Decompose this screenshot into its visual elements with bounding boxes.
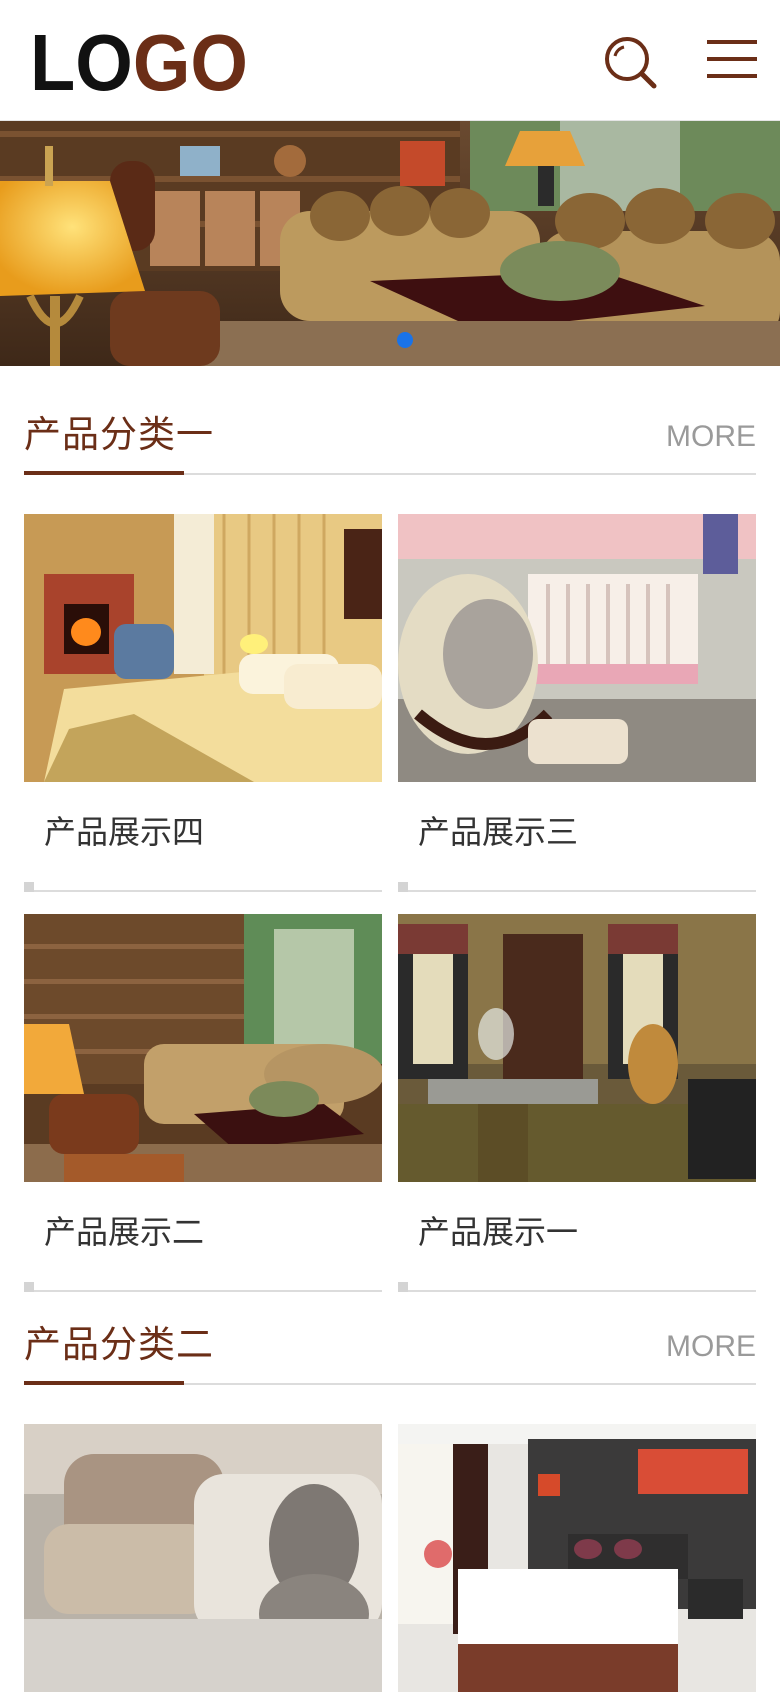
search-icon[interactable] — [602, 34, 662, 94]
svg-text:LOGO: LOGO — [30, 30, 248, 96]
section-accent-bar — [24, 1381, 184, 1385]
hamburger-menu-icon[interactable] — [702, 36, 762, 86]
product-card[interactable] — [398, 1424, 756, 1692]
product-card[interactable]: 产品展示一 — [398, 914, 756, 1292]
product-card[interactable] — [24, 1424, 382, 1692]
banner-image — [0, 121, 780, 366]
product-card[interactable]: 产品展示三 — [398, 514, 756, 892]
product-title[interactable]: 产品展示四 — [24, 782, 382, 882]
product-image[interactable] — [24, 1424, 382, 1692]
more-link[interactable]: MORE — [666, 1329, 756, 1365]
product-title[interactable]: 产品展示三 — [398, 782, 756, 882]
section-header: 产品分类一 MORE — [24, 365, 756, 475]
product-title[interactable]: 产品展示一 — [398, 1182, 756, 1282]
bedroom-fireplace-image — [24, 514, 382, 782]
carousel-indicator-dot[interactable] — [397, 332, 413, 348]
nursery-crib-image — [398, 514, 756, 782]
section-header: 产品分类二 MORE — [24, 1275, 756, 1385]
product-image[interactable] — [398, 914, 756, 1182]
category-section-2: 产品分类二 MORE — [24, 1275, 756, 1692]
logo[interactable]: LOGO — [30, 30, 250, 96]
product-card[interactable]: 产品展示四 — [24, 514, 382, 892]
section-title: 产品分类二 — [24, 1324, 214, 1365]
product-card[interactable]: 产品展示二 — [24, 914, 382, 1292]
product-image[interactable] — [398, 1424, 756, 1692]
victorian-parlor-image — [398, 914, 756, 1182]
logo-part-go: GO — [133, 30, 248, 96]
card-divider — [24, 882, 382, 892]
living-room-shelves-image — [24, 914, 382, 1182]
site-header: LOGO — [0, 0, 780, 121]
product-image[interactable] — [24, 914, 382, 1182]
category-section-1: 产品分类一 MORE 产品展示四 产品展示三 产品展示二 产品展示一 — [24, 365, 756, 1292]
logo-part-lo: LO — [30, 30, 133, 96]
section-title: 产品分类一 — [24, 414, 214, 455]
product-title[interactable]: 产品展示二 — [24, 1182, 382, 1282]
hotel-bedroom-image — [398, 1424, 756, 1692]
product-image[interactable] — [24, 514, 382, 782]
bed-pillows-plush-image — [24, 1424, 382, 1692]
hero-banner[interactable] — [0, 121, 780, 366]
section-accent-bar — [24, 471, 184, 475]
card-divider — [398, 882, 756, 892]
more-link[interactable]: MORE — [666, 419, 756, 455]
product-image[interactable] — [398, 514, 756, 782]
